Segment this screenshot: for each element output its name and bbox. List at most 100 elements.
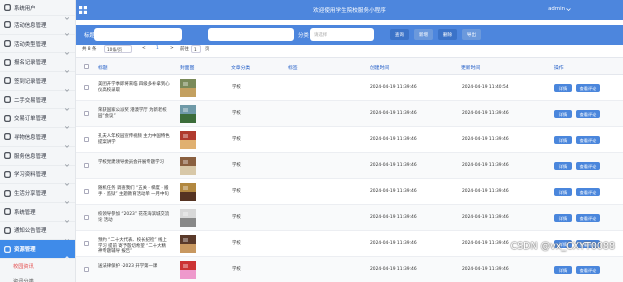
row-created-time: 2024-04-19 11:39:46 (370, 267, 417, 272)
row-title: 孔夫人年校园宣传视频 主力中国特色 提案讲学 (98, 134, 170, 145)
sidebar-item-1[interactable]: 系统用户 (0, 0, 75, 20)
row-checkbox[interactable] (84, 111, 89, 116)
row-category: 学校 (232, 241, 241, 246)
sidebar-item-label: 签到记录管理 (14, 78, 47, 85)
menu-dot-icon (4, 133, 11, 141)
caret-down-icon[interactable] (566, 7, 571, 12)
sidebar-item-10[interactable]: 学习资料管理 (0, 166, 75, 186)
detail-button[interactable]: 详情 (554, 110, 572, 118)
goto-input[interactable]: 1 (191, 45, 201, 53)
row-checkbox[interactable] (84, 215, 89, 220)
sidebar-item-14[interactable]: 资源管理 (0, 240, 75, 260)
row-category: 学校 (232, 137, 241, 142)
user-menu[interactable]: admin (548, 6, 565, 12)
cover-image[interactable] (180, 261, 196, 279)
row-updated-time: 2024-04-19 11:39:46 (462, 241, 509, 246)
chevron-up-icon (64, 246, 70, 260)
sidebar-item-8[interactable]: 寻物信息管理 (0, 128, 75, 148)
chevron-down-icon (64, 97, 70, 111)
row-updated-time: 2024-04-19 11:39:46 (462, 137, 509, 142)
title-filter-input[interactable] (94, 28, 182, 41)
select-all-checkbox[interactable] (84, 64, 89, 69)
view-comments-button[interactable]: 查看评论 (576, 110, 600, 118)
sidebar-item-label: 生活分享管理 (14, 191, 47, 198)
row-created-time: 2024-04-19 11:39:46 (370, 85, 417, 90)
menu-dot-icon (4, 40, 11, 47)
sidebar-item-label: 活动类型管理 (14, 41, 47, 48)
col-category: 文章分类 (231, 66, 251, 71)
sidebar-item-label: 通知公告管理 (14, 228, 47, 235)
view-comments-button[interactable]: 查看评论 (576, 188, 600, 196)
view-comments-button[interactable]: 查看评论 (576, 214, 600, 222)
add-button[interactable]: 新增 (414, 29, 433, 40)
view-comments-button[interactable]: 查看评论 (576, 266, 600, 274)
view-comments-button[interactable]: 查看评论 (576, 162, 600, 170)
sidebar-item-5[interactable]: 签到记录管理 (0, 72, 75, 92)
row-checkbox[interactable] (84, 267, 89, 272)
row-checkbox[interactable] (84, 241, 89, 246)
cover-image[interactable] (180, 131, 196, 149)
sidebar-item-label: 资源管理 (14, 247, 36, 254)
sidebar-subitem[interactable]: 资讯分类 (0, 275, 75, 282)
app-root: 系统用户 活动信息管理活动类型管理报名记录管理签到记录管理二手交易管理 交易订单管理… (0, 0, 623, 282)
row-checkbox[interactable] (84, 189, 89, 194)
cover-image[interactable] (180, 183, 196, 201)
sidebar-item-4[interactable]: 报名记录管理 (0, 53, 75, 74)
sidebar-subitem-active[interactable]: 校园资讯 (0, 259, 75, 275)
sidebar-item-label: 寻物信息管理 (14, 134, 47, 141)
page-number[interactable]: 1 (156, 46, 159, 51)
cover-image[interactable] (180, 209, 196, 227)
row-checkbox[interactable] (84, 163, 89, 168)
chevron-down-icon (64, 78, 70, 92)
delete-button[interactable]: 删除 (438, 29, 457, 40)
cover-image[interactable] (180, 157, 196, 175)
row-updated-time: 2024-04-19 11:40:54 (462, 85, 509, 90)
detail-button[interactable]: 详情 (554, 84, 572, 92)
row-updated-time: 2024-04-19 11:39:46 (462, 267, 509, 272)
table-row: 荣获国家公派奖 港澳学厅 为新老校园“会议” 学校 2024-04-19 11:39… (76, 101, 623, 127)
prev-page-button[interactable]: < (142, 46, 146, 51)
sidebar-item-13[interactable]: 通知公告管理 (0, 222, 75, 242)
row-title: 美团开学季即将来临 四级多补拿到心仪高校录取 (98, 82, 170, 93)
label-filter-input[interactable] (208, 28, 294, 41)
sidebar-item-3[interactable]: 活动类型管理 (0, 35, 75, 55)
sidebar-item-11[interactable]: 生活分享管理 (0, 184, 75, 205)
col-tag: 标签 (288, 66, 298, 71)
next-page-button[interactable]: > (170, 46, 174, 51)
goto-label: 前往 (180, 47, 189, 52)
sidebar-item-7[interactable]: 交易订单管理 (0, 109, 75, 130)
page-size-select[interactable]: 10条/页 (104, 45, 132, 53)
detail-button[interactable]: 详情 (554, 162, 572, 170)
row-checkbox[interactable] (84, 85, 89, 90)
cover-image[interactable] (180, 235, 196, 253)
sidebar-item-2[interactable]: 活动信息管理 (0, 16, 75, 36)
category-filter-label: 分类 (298, 33, 309, 39)
cover-image[interactable] (180, 79, 196, 97)
detail-button[interactable]: 详情 (554, 188, 572, 196)
search-button[interactable]: 查询 (390, 29, 409, 40)
sidebar-item-6[interactable]: 二手交易管理 (0, 91, 75, 111)
row-title: 校领导参加 “2023” 花花海滨城交流 论 活动 (98, 212, 170, 223)
table-row: 随机任务 调查我们 “五关 · 梯度 · 搬手 · 监狱” 主题教育活动单 一月… (76, 179, 623, 205)
chevron-down-icon (64, 59, 70, 74)
category-select[interactable]: 请选择 (310, 28, 374, 41)
cover-image[interactable] (180, 105, 196, 123)
sidebar-item-label: 服务信息管理 (14, 153, 47, 160)
watermark: CSDN @vx_CXYT0088 (510, 241, 615, 252)
table-row: 送法律保护 ·2023 开学第一课 学校 2024-04-19 11:39:46 20… (76, 257, 623, 282)
chevron-down-icon (64, 22, 70, 36)
row-created-time: 2024-04-19 11:39:46 (370, 137, 417, 142)
row-checkbox[interactable] (84, 137, 89, 142)
view-comments-button[interactable]: 查看评论 (576, 84, 600, 92)
app-title: 欢迎使用学生院校服务小程序 (313, 8, 386, 14)
sidebar-item-12[interactable]: 系统管理 (0, 203, 75, 223)
chevron-down-icon (64, 228, 70, 242)
detail-button[interactable]: 详情 (554, 136, 572, 144)
view-comments-button[interactable]: 查看评论 (576, 136, 600, 144)
sidebar-item-9[interactable]: 服务信息管理 (0, 147, 75, 167)
detail-button[interactable]: 详情 (554, 266, 572, 274)
export-button[interactable]: 导出 (462, 29, 481, 40)
sidebar: 系统用户 活动信息管理活动类型管理报名记录管理签到记录管理二手交易管理 交易订单管理… (0, 0, 76, 282)
detail-button[interactable]: 详情 (554, 214, 572, 222)
search-bar: 标题 标签 分类 请选择 查询 新增 删除 导出 (76, 25, 623, 45)
